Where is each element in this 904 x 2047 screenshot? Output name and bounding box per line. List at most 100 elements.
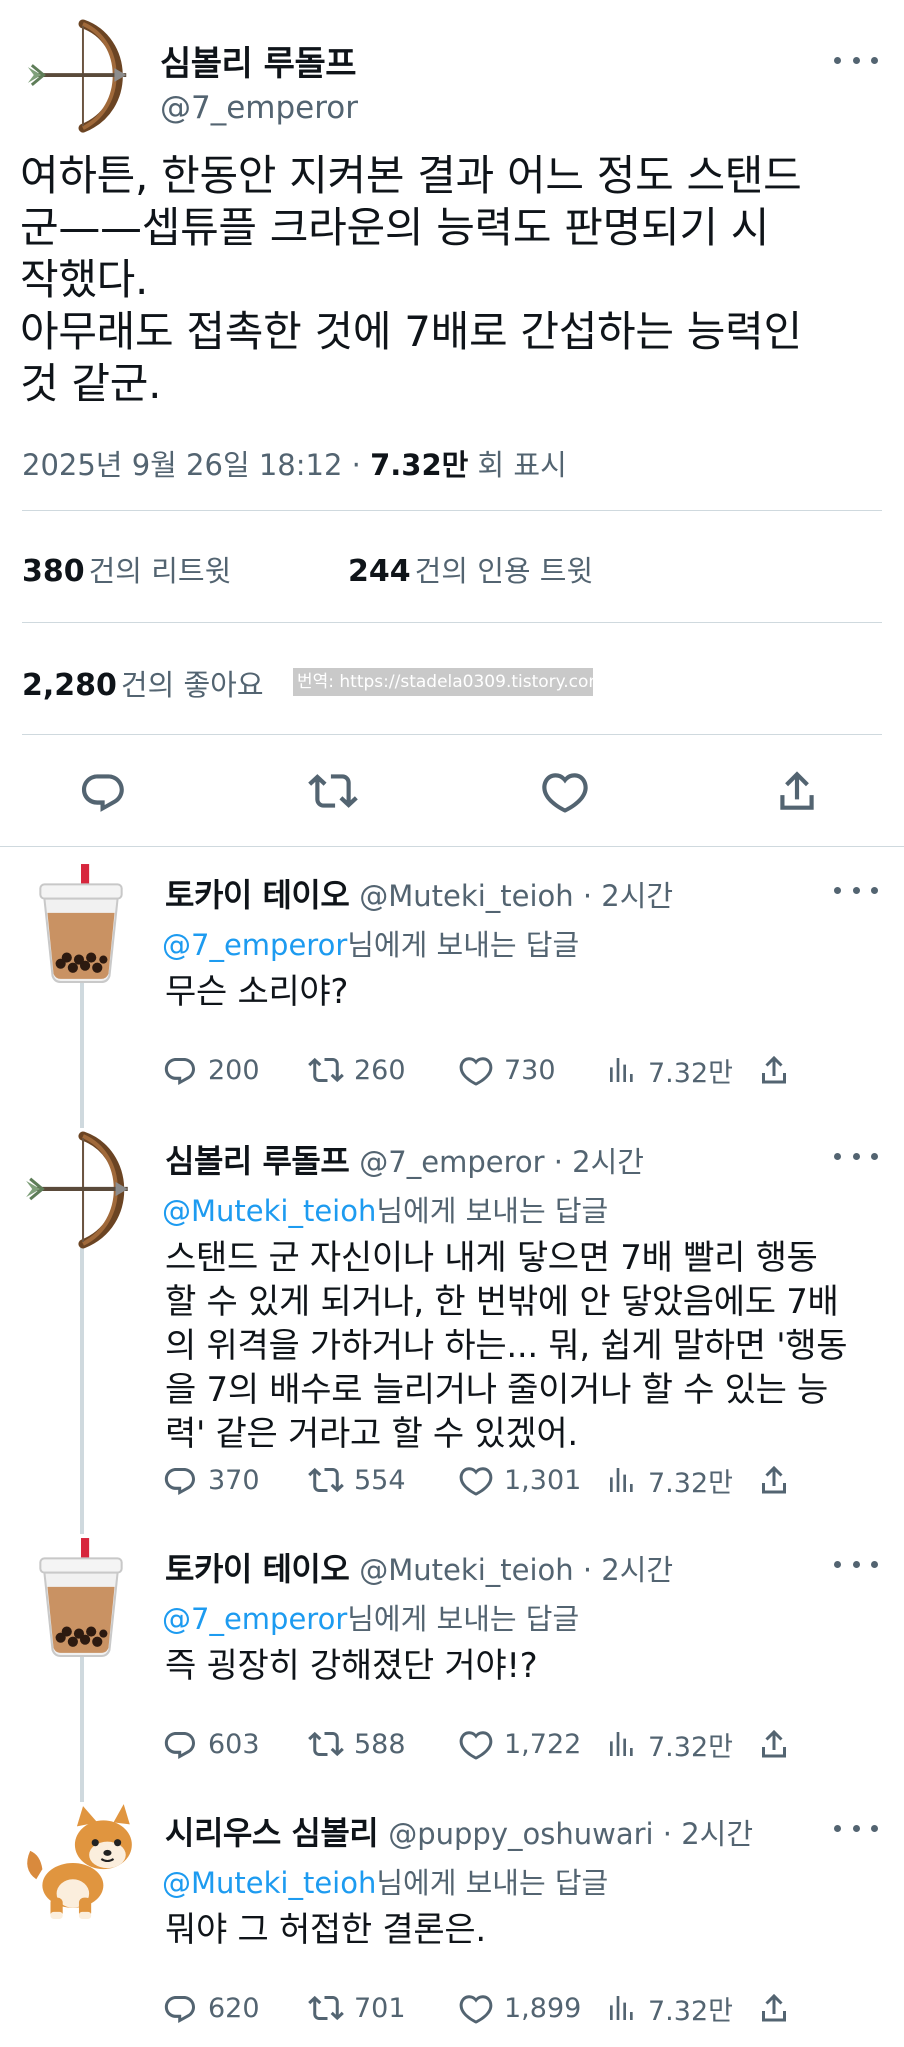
like-icon xyxy=(458,1990,494,2026)
retweet-button[interactable]: 701 xyxy=(308,1986,406,2030)
reply-header: 심볼리 루돌프 @7_emperor · 2시간 xyxy=(165,1136,644,1182)
reply-icon xyxy=(162,1726,198,1762)
views-icon xyxy=(606,1054,638,1086)
views-count: 7.32만 xyxy=(648,1731,733,1763)
retweet-icon[interactable] xyxy=(308,766,358,816)
reply-author-name[interactable]: 토카이 테이오 xyxy=(165,876,350,914)
share-button[interactable] xyxy=(756,1986,802,2030)
reply-icon[interactable] xyxy=(78,766,128,816)
views-icon xyxy=(606,1992,638,2024)
like-button[interactable]: 1,301 xyxy=(458,1458,581,1502)
replying-to: @7_emperor님에게 보내는 답글 xyxy=(162,922,579,964)
views-count: 7.32만 xyxy=(648,1995,733,2027)
reply-action-bar: 603 588 1,722 7.32만 xyxy=(162,1722,902,1766)
reply-button[interactable]: 620 xyxy=(162,1986,260,2030)
replying-to: @Muteki_teioh님에게 보내는 답글 xyxy=(162,1188,608,1230)
reply-tweet[interactable]: 토카이 테이오 @Muteki_teioh · 2시간 @7_emperor님에게… xyxy=(0,1544,904,1802)
bubble-tea-avatar[interactable] xyxy=(20,862,142,984)
replying-to-suffix: 님에게 보내는 답글 xyxy=(376,1194,609,1228)
reply-text: 스탠드 군 자신이나 내게 닿으면 7배 빨리 행동 할 수 있게 되거나, 한… xyxy=(165,1238,848,1454)
tweet-views-count: 7.32만 xyxy=(370,448,469,482)
more-options-icon[interactable] xyxy=(834,48,878,72)
retweet-button[interactable]: 588 xyxy=(308,1722,406,1766)
share-button[interactable] xyxy=(756,1048,802,1092)
reply-tweet[interactable]: 토카이 테이오 @Muteki_teioh · 2시간 @7_emperor님에게… xyxy=(0,870,904,1128)
bow-arrow-avatar[interactable] xyxy=(22,18,140,136)
reply-count: 200 xyxy=(208,1054,260,1086)
share-icon[interactable] xyxy=(772,766,822,816)
reply-handle[interactable]: @7_emperor · 2시간 xyxy=(359,1145,644,1179)
tweet-date[interactable]: 2025년 9월 26일 18:12 · xyxy=(22,448,370,482)
reply-header: 토카이 테이오 @Muteki_teioh · 2시간 xyxy=(165,1544,673,1590)
retweet-count: 260 xyxy=(354,1054,406,1086)
reply-handle[interactable]: @Muteki_teioh · 2시간 xyxy=(359,1553,673,1587)
divider xyxy=(22,510,882,511)
reply-tweet[interactable]: 심볼리 루돌프 @7_emperor · 2시간 @Muteki_teioh님에게… xyxy=(0,1136,904,1536)
reply-button[interactable]: 370 xyxy=(162,1458,260,1502)
retweet-icon xyxy=(308,1052,344,1088)
reply-handle[interactable]: @Muteki_teioh · 2시간 xyxy=(359,879,673,913)
reply-mention-link[interactable]: @Muteki_teioh xyxy=(162,1194,376,1228)
reply-button[interactable]: 603 xyxy=(162,1722,260,1766)
reply-action-bar: 620 701 1,899 7.32만 xyxy=(162,1986,902,2030)
reply-button[interactable]: 200 xyxy=(162,1048,260,1092)
share-icon xyxy=(756,1726,792,1762)
reply-handle[interactable]: @puppy_oshuwari · 2시간 xyxy=(388,1817,753,1851)
bubble-tea-avatar[interactable] xyxy=(20,1536,142,1658)
retweets-label: 건의 리트윗 xyxy=(88,554,232,588)
divider xyxy=(0,846,904,847)
retweet-button[interactable]: 260 xyxy=(308,1048,406,1092)
views-icon xyxy=(606,1728,638,1760)
like-button[interactable]: 730 xyxy=(458,1048,556,1092)
likes-stat[interactable]: 2,280 건의 좋아요 xyxy=(22,662,264,704)
quotes-label: 건의 인용 트윗 xyxy=(414,554,594,588)
replying-to-suffix: 님에게 보내는 답글 xyxy=(376,1866,609,1900)
reply-author-name[interactable]: 시리우스 심볼리 xyxy=(165,1814,379,1852)
reply-icon xyxy=(162,1990,198,2026)
share-button[interactable] xyxy=(756,1458,802,1502)
bow-arrow-avatar[interactable] xyxy=(20,1130,142,1252)
views-button[interactable]: 7.32만 xyxy=(606,1986,733,2030)
reply-action-bar: 200 260 730 7.32만 xyxy=(162,1048,902,1092)
shiba-dog-avatar[interactable] xyxy=(20,1800,142,1922)
more-options-icon[interactable] xyxy=(834,1552,878,1576)
reply-author-name[interactable]: 심볼리 루돌프 xyxy=(165,1142,350,1180)
more-options-icon[interactable] xyxy=(834,878,878,902)
more-options-icon[interactable] xyxy=(834,1144,878,1168)
reply-tweet[interactable]: 시리우스 심볼리 @puppy_oshuwari · 2시간 @Muteki_te… xyxy=(0,1808,904,2044)
thread-line xyxy=(80,978,84,1128)
reply-mention-link[interactable]: @7_emperor xyxy=(162,1602,347,1636)
quotes-stat[interactable]: 244 건의 인용 트윗 xyxy=(348,548,593,590)
reply-mention-link[interactable]: @7_emperor xyxy=(162,928,347,962)
like-button[interactable]: 1,899 xyxy=(458,1986,581,2030)
share-button[interactable] xyxy=(756,1722,802,1766)
main-tweet: 심볼리 루돌프 @7_emperor 여하튼, 한동안 지켜본 결과 어느 정도… xyxy=(0,0,904,848)
views-button[interactable]: 7.32만 xyxy=(606,1722,733,1766)
more-options-icon[interactable] xyxy=(834,1816,878,1840)
divider xyxy=(22,734,882,735)
replying-to-suffix: 님에게 보내는 답글 xyxy=(347,928,580,962)
retweet-count: 701 xyxy=(354,1992,406,2024)
replying-to: @Muteki_teioh님에게 보내는 답글 xyxy=(162,1860,608,1902)
translation-watermark: 번역: https://stadela0309.tistory.com xyxy=(293,668,593,696)
retweet-button[interactable]: 554 xyxy=(308,1458,406,1502)
replying-to: @7_emperor님에게 보내는 답글 xyxy=(162,1596,579,1638)
reply-author-name[interactable]: 토카이 테이오 xyxy=(165,1550,350,1588)
reply-mention-link[interactable]: @Muteki_teioh xyxy=(162,1866,376,1900)
like-icon xyxy=(458,1726,494,1762)
author-name[interactable]: 심볼리 루돌프 xyxy=(160,36,357,85)
like-icon[interactable] xyxy=(540,766,590,816)
author-handle[interactable]: @7_emperor xyxy=(160,90,358,126)
views-button[interactable]: 7.32만 xyxy=(606,1458,733,1502)
like-button[interactable]: 1,722 xyxy=(458,1722,581,1766)
thread-line xyxy=(80,1244,84,1534)
retweets-stat[interactable]: 380 건의 리트윗 xyxy=(22,548,231,590)
like-icon xyxy=(458,1462,494,1498)
retweets-count: 380 xyxy=(22,554,85,589)
reply-count: 603 xyxy=(208,1728,260,1760)
reply-header: 시리우스 심볼리 @puppy_oshuwari · 2시간 xyxy=(165,1808,753,1854)
reply-text: 무슨 소리야? xyxy=(165,972,349,1012)
views-button[interactable]: 7.32만 xyxy=(606,1048,733,1092)
like-count: 1,301 xyxy=(504,1464,582,1496)
tweet-views-label: 회 표시 xyxy=(468,448,567,482)
